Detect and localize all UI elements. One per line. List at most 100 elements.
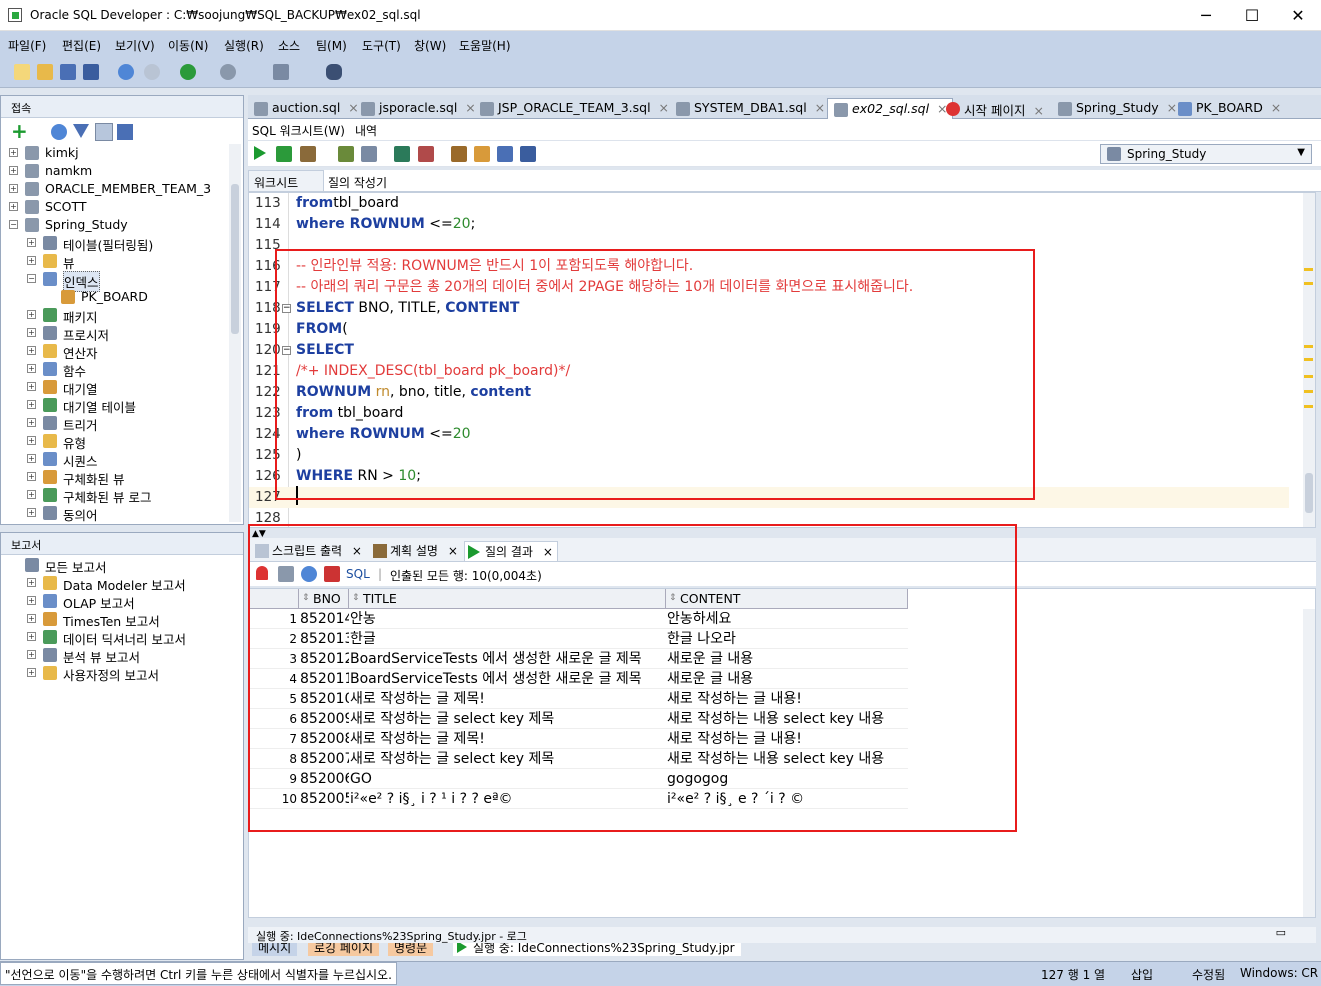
expand-icon[interactable]: +: [27, 310, 36, 319]
expand-icon[interactable]: +: [27, 418, 36, 427]
connection-item[interactable]: + 대기열: [1, 378, 231, 397]
connection-item[interactable]: + 프로시저: [1, 324, 231, 343]
report-item[interactable]: 모든 보고서: [1, 556, 231, 575]
connection-item[interactable]: + 뷰: [1, 252, 231, 271]
clear-icon[interactable]: [474, 146, 490, 162]
expand-icon[interactable]: +: [9, 148, 18, 157]
menu-run[interactable]: 실행(R): [224, 37, 264, 54]
connection-item[interactable]: − Spring_Study: [1, 216, 231, 234]
tab-worksheet[interactable]: 워크시트: [248, 170, 324, 192]
close-icon[interactable]: ×: [811, 100, 825, 115]
editor-tab[interactable]: JSP_ORACLE_TEAM_3.sql ×: [474, 98, 673, 119]
connection-select[interactable]: Spring_Study ▼: [1100, 144, 1312, 164]
menu-view[interactable]: 보기(V): [115, 37, 155, 54]
autotrace-icon[interactable]: [300, 146, 316, 162]
minimize-icon[interactable]: ▭: [1276, 926, 1286, 939]
expand-icon[interactable]: +: [9, 184, 18, 193]
expand-icon[interactable]: +: [27, 436, 36, 445]
report-item[interactable]: + 분석 뷰 보고서: [1, 646, 231, 665]
expand-icon[interactable]: +: [27, 472, 36, 481]
editor-tab[interactable]: ex02_sql.sql ×: [827, 98, 953, 119]
expand-icon[interactable]: +: [9, 166, 18, 175]
menu-file[interactable]: 파일(F): [8, 37, 46, 54]
connection-item[interactable]: + ORACLE_MEMBER_TEAM_3: [1, 180, 231, 198]
expand-icon[interactable]: +: [27, 596, 36, 605]
collapse-icon[interactable]: −: [9, 220, 18, 229]
open-icon[interactable]: [37, 64, 53, 80]
sql-history-icon[interactable]: [497, 146, 513, 162]
expand-icon[interactable]: +: [27, 454, 36, 463]
close-icon[interactable]: ×: [1029, 103, 1043, 118]
collapse-icon[interactable]: −: [27, 274, 36, 283]
expand-icon[interactable]: +: [27, 650, 36, 659]
add-connection-icon[interactable]: +: [11, 121, 28, 141]
close-button[interactable]: ✕: [1275, 0, 1321, 31]
expand-icon[interactable]: +: [27, 346, 36, 355]
connection-item[interactable]: + 연산자: [1, 342, 231, 361]
tab-messages[interactable]: 메시지: [252, 943, 298, 956]
save-icon[interactable]: [60, 64, 76, 80]
connection-item[interactable]: + 패키지: [1, 306, 231, 325]
close-icon[interactable]: ×: [1267, 100, 1281, 115]
report-item[interactable]: + TimesTen 보고서: [1, 610, 231, 629]
editor-tab[interactable]: SYSTEM_DBA1.sql ×: [670, 98, 829, 119]
editor-tab[interactable]: 시작 페이지 ×: [940, 98, 1048, 119]
editor-tab[interactable]: PK_BOARD ×: [1172, 98, 1285, 119]
sql-tuning-icon[interactable]: [361, 146, 377, 162]
editor-tab[interactable]: Spring_Study ×: [1052, 98, 1181, 119]
find-db-object-icon[interactable]: [326, 64, 342, 80]
redo-icon[interactable]: [144, 64, 160, 80]
menu-edit[interactable]: 편집(E): [62, 37, 101, 54]
run-script-icon[interactable]: [276, 146, 292, 162]
expand-icon[interactable]: +: [27, 632, 36, 641]
connections-scrollbar[interactable]: [229, 144, 241, 522]
run-statement-icon[interactable]: [254, 146, 266, 160]
minimize-button[interactable]: ─: [1183, 0, 1229, 31]
rollback-icon[interactable]: [418, 146, 434, 162]
tab-logging-page[interactable]: 로깅 페이지: [308, 943, 380, 956]
connection-icon[interactable]: [117, 124, 133, 140]
connection-item[interactable]: + 트리거: [1, 414, 231, 433]
schema-browser-icon[interactable]: [95, 123, 113, 141]
expand-icon[interactable]: +: [27, 256, 36, 265]
filter-icon[interactable]: [73, 124, 89, 138]
report-item[interactable]: + 데이터 딕셔너리 보고서: [1, 628, 231, 647]
connection-item[interactable]: PK_BOARD: [1, 288, 231, 306]
report-item[interactable]: + OLAP 보고서: [1, 592, 231, 611]
expand-icon[interactable]: +: [27, 614, 36, 623]
connection-item[interactable]: + 함수: [1, 360, 231, 379]
save-all-icon[interactable]: [83, 64, 99, 80]
tab-history[interactable]: 내역: [355, 122, 377, 139]
sql-worksheet-icon[interactable]: [273, 64, 289, 80]
connection-item[interactable]: + 동의어: [1, 504, 231, 523]
expand-icon[interactable]: +: [27, 364, 36, 373]
menu-navigate[interactable]: 이동(N): [168, 37, 208, 54]
explain-plan-icon[interactable]: [338, 146, 354, 162]
tab-query-builder[interactable]: 질의 작성기: [328, 174, 387, 191]
connection-item[interactable]: + 대기열 테이블: [1, 396, 231, 415]
connection-item[interactable]: + namkm: [1, 162, 231, 180]
format-icon[interactable]: [520, 146, 536, 162]
connection-item[interactable]: + 테이블(필터링됨): [1, 234, 231, 253]
menu-source[interactable]: 소스: [278, 37, 300, 54]
menu-window[interactable]: 창(W): [414, 37, 446, 54]
maximize-button[interactable]: ☐: [1229, 0, 1275, 31]
expand-icon[interactable]: +: [27, 508, 36, 517]
report-item[interactable]: + 사용자정의 보고서: [1, 664, 231, 683]
connection-item[interactable]: − 인덱스: [1, 270, 231, 292]
menu-tools[interactable]: 도구(T): [362, 37, 401, 54]
expand-icon[interactable]: +: [27, 578, 36, 587]
refresh-icon[interactable]: [51, 124, 67, 140]
expand-icon[interactable]: +: [27, 328, 36, 337]
editor-tab[interactable]: jsporacle.sql ×: [355, 98, 480, 119]
connection-item[interactable]: + 시퀀스: [1, 450, 231, 469]
connection-item[interactable]: + SCOTT: [1, 198, 231, 216]
tab-running[interactable]: 실행 중: IdeConnections%23Spring_Study.jpr: [453, 943, 741, 956]
menu-team[interactable]: 팀(M): [316, 37, 347, 54]
expand-icon[interactable]: +: [27, 382, 36, 391]
report-item[interactable]: + Data Modeler 보고서: [1, 574, 231, 593]
expand-icon[interactable]: +: [27, 490, 36, 499]
expand-icon[interactable]: +: [9, 202, 18, 211]
connection-item[interactable]: + 구체화된 뷰 로그: [1, 486, 231, 505]
close-icon[interactable]: ×: [655, 100, 669, 115]
